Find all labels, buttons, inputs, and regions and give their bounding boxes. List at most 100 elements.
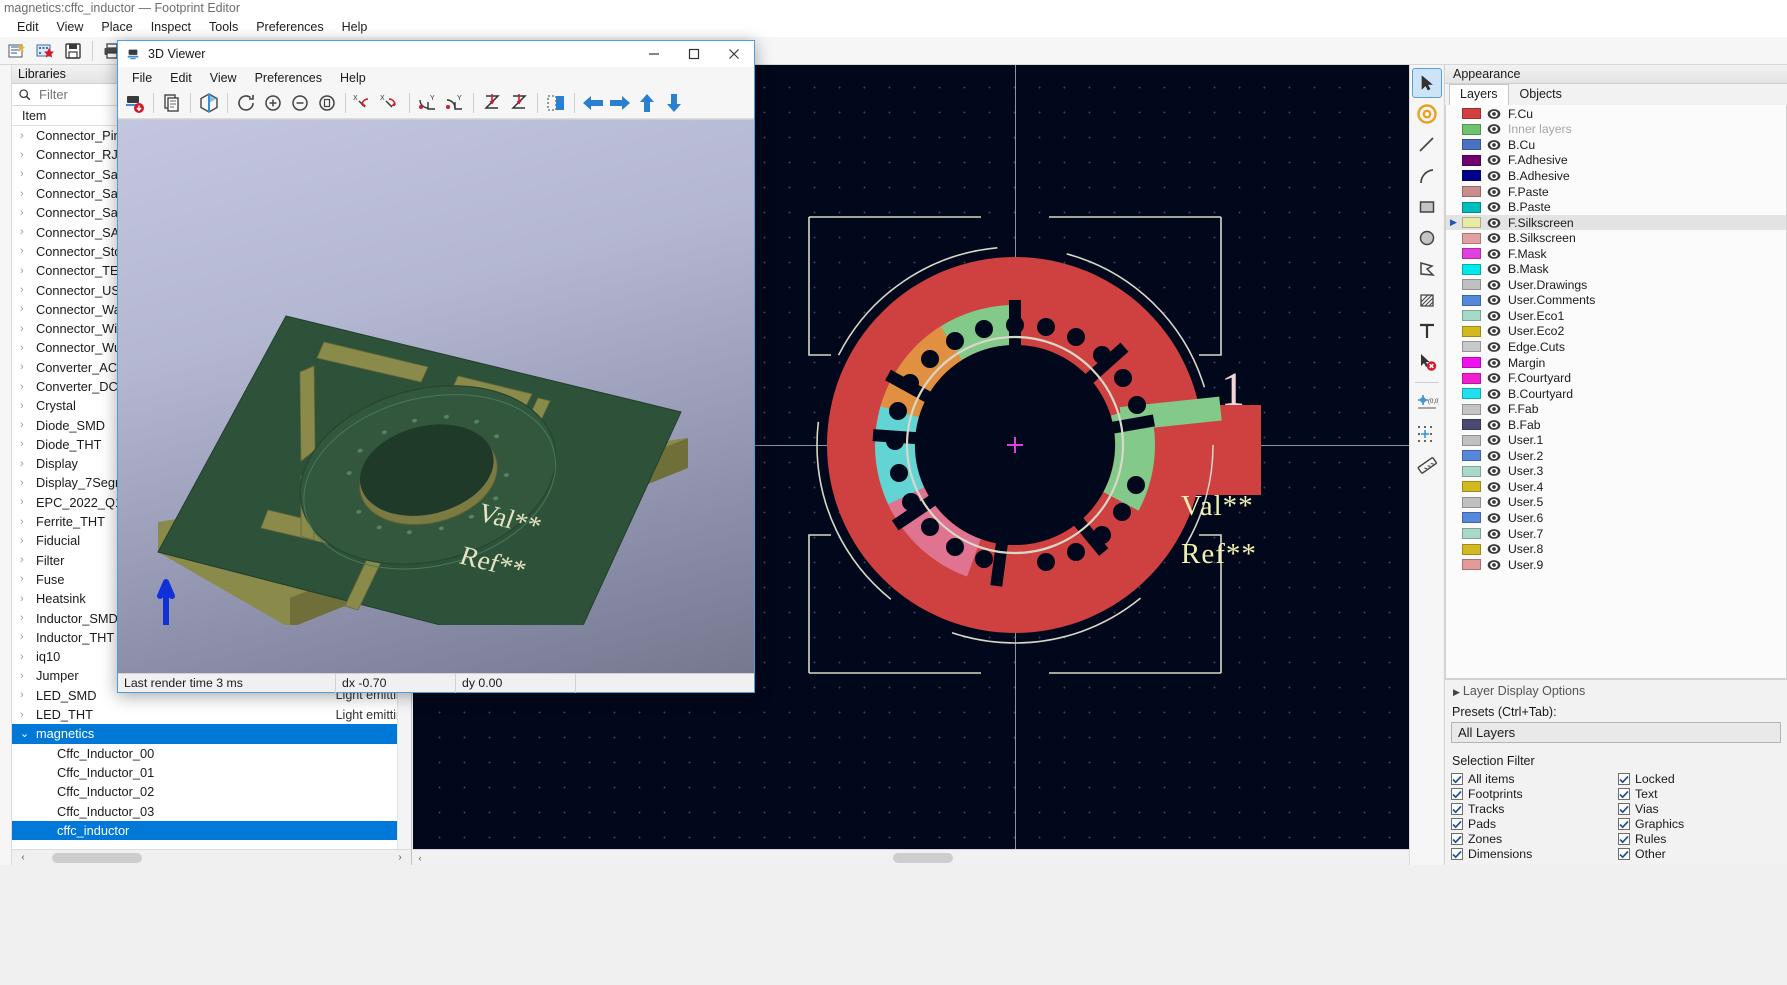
chevron-right-icon[interactable]: › bbox=[20, 438, 36, 450]
layer-row[interactable]: ▶F.Silkscreen bbox=[1446, 215, 1786, 231]
menu-inspect[interactable]: Inspect bbox=[142, 18, 200, 36]
chevron-right-icon[interactable]: › bbox=[20, 130, 36, 142]
chevron-right-icon[interactable]: › bbox=[20, 631, 36, 643]
selection-filter-item[interactable]: Graphics bbox=[1618, 817, 1781, 831]
layer-row[interactable]: User.Eco1 bbox=[1446, 308, 1786, 324]
eye-visibility-icon[interactable] bbox=[1487, 372, 1501, 384]
eye-visibility-icon[interactable] bbox=[1487, 450, 1501, 462]
viewer-menu-edit[interactable]: Edit bbox=[161, 69, 201, 87]
layer-row[interactable]: B.Mask bbox=[1446, 261, 1786, 277]
eye-visibility-icon[interactable] bbox=[1487, 496, 1501, 508]
chevron-right-icon[interactable]: › bbox=[20, 516, 36, 528]
layer-color-swatch[interactable] bbox=[1462, 248, 1481, 259]
chevron-right-icon[interactable]: › bbox=[20, 554, 36, 566]
chevron-right-icon[interactable]: › bbox=[20, 670, 36, 682]
layer-row[interactable]: Edge.Cuts bbox=[1446, 339, 1786, 355]
save-icon[interactable] bbox=[60, 39, 86, 63]
selection-filter-grid[interactable]: All itemsLockedFootprintsTextTracksViasP… bbox=[1451, 772, 1781, 861]
selection-filter-item[interactable]: Pads bbox=[1451, 817, 1614, 831]
checkbox-icon[interactable] bbox=[1618, 788, 1630, 800]
add-footprint-icon[interactable] bbox=[32, 39, 58, 63]
eye-visibility-icon[interactable] bbox=[1487, 201, 1501, 213]
chevron-right-icon[interactable]: › bbox=[20, 207, 36, 219]
delete-tool-button[interactable] bbox=[1413, 348, 1441, 376]
maximize-button[interactable] bbox=[674, 41, 714, 67]
eye-visibility-icon[interactable] bbox=[1487, 154, 1501, 166]
scroll-right-icon[interactable]: › bbox=[393, 852, 407, 863]
layer-row[interactable]: User.8 bbox=[1446, 541, 1786, 557]
copy-to-clipboard-icon[interactable] bbox=[159, 91, 185, 115]
layer-color-swatch[interactable] bbox=[1462, 139, 1481, 150]
eye-visibility-icon[interactable] bbox=[1487, 559, 1501, 571]
eye-visibility-icon[interactable] bbox=[1487, 341, 1501, 353]
selection-filter-item[interactable]: Text bbox=[1618, 787, 1781, 801]
3d-viewer-window[interactable]: 3D Viewer File Edit View Preferences Hel… bbox=[117, 40, 755, 693]
library-tree-row[interactable]: Cffc_Inductor_02 bbox=[12, 782, 411, 801]
eye-visibility-icon[interactable] bbox=[1487, 294, 1501, 306]
layer-row[interactable]: B.Courtyard bbox=[1446, 386, 1786, 402]
layer-color-swatch[interactable] bbox=[1462, 155, 1481, 166]
zoom-out-icon[interactable] bbox=[287, 91, 313, 115]
layer-row[interactable]: User.7 bbox=[1446, 526, 1786, 542]
layer-color-swatch[interactable] bbox=[1462, 326, 1481, 337]
chevron-right-icon[interactable]: › bbox=[20, 284, 36, 296]
chevron-right-icon[interactable]: › bbox=[20, 709, 36, 721]
chevron-right-icon[interactable]: › bbox=[20, 535, 36, 547]
redraw-icon[interactable] bbox=[233, 91, 259, 115]
eye-visibility-icon[interactable] bbox=[1487, 465, 1501, 477]
eye-visibility-icon[interactable] bbox=[1487, 403, 1501, 415]
layer-row[interactable]: B.Paste bbox=[1446, 199, 1786, 215]
chevron-right-icon[interactable]: › bbox=[20, 342, 36, 354]
library-tree-row[interactable]: Cffc_Inductor_03 bbox=[12, 801, 411, 820]
checkbox-icon[interactable] bbox=[1618, 848, 1630, 860]
chevron-right-icon[interactable]: › bbox=[20, 612, 36, 624]
layer-row[interactable]: User.1 bbox=[1446, 432, 1786, 448]
eye-visibility-icon[interactable] bbox=[1487, 357, 1501, 369]
view-left-icon[interactable] bbox=[580, 91, 606, 115]
layer-color-swatch[interactable] bbox=[1462, 341, 1481, 352]
layer-row[interactable]: User.Drawings bbox=[1446, 277, 1786, 293]
scroll-left-icon[interactable]: ‹ bbox=[16, 852, 30, 863]
chevron-right-icon[interactable]: › bbox=[20, 168, 36, 180]
draw-rectangle-button[interactable] bbox=[1413, 193, 1441, 221]
checkbox-icon[interactable] bbox=[1451, 848, 1463, 860]
chevron-right-icon[interactable]: › bbox=[20, 149, 36, 161]
menu-edit[interactable]: Edit bbox=[8, 18, 48, 36]
chevron-right-icon[interactable]: › bbox=[20, 323, 36, 335]
layer-color-swatch[interactable] bbox=[1462, 357, 1481, 368]
eye-visibility-icon[interactable] bbox=[1487, 248, 1501, 260]
layer-row[interactable]: F.Adhesive bbox=[1446, 153, 1786, 169]
eye-visibility-icon[interactable] bbox=[1487, 528, 1501, 540]
library-tree-row[interactable]: ⌄magnetics bbox=[12, 724, 411, 743]
eye-visibility-icon[interactable] bbox=[1487, 388, 1501, 400]
layer-color-swatch[interactable] bbox=[1462, 124, 1481, 135]
layer-color-swatch[interactable] bbox=[1462, 295, 1481, 306]
select-tool-button[interactable] bbox=[1413, 69, 1441, 97]
eye-visibility-icon[interactable] bbox=[1487, 512, 1501, 524]
layer-row[interactable]: Margin bbox=[1446, 355, 1786, 371]
layer-row[interactable]: F.Courtyard bbox=[1446, 370, 1786, 386]
draw-circle-button[interactable] bbox=[1413, 224, 1441, 252]
eye-visibility-icon[interactable] bbox=[1487, 310, 1501, 322]
chevron-right-icon[interactable]: › bbox=[20, 303, 36, 315]
eye-visibility-icon[interactable] bbox=[1487, 263, 1501, 275]
layer-row[interactable]: Inner layers bbox=[1446, 122, 1786, 138]
checkbox-icon[interactable] bbox=[1451, 803, 1463, 815]
eye-visibility-icon[interactable] bbox=[1487, 419, 1501, 431]
new-library-icon[interactable] bbox=[4, 39, 30, 63]
rotate-z-ccw-icon[interactable] bbox=[479, 91, 505, 115]
layer-color-swatch[interactable] bbox=[1462, 559, 1481, 570]
eye-visibility-icon[interactable] bbox=[1487, 186, 1501, 198]
layer-row[interactable]: User.5 bbox=[1446, 495, 1786, 511]
canvas-hscroll-thumb[interactable] bbox=[893, 853, 953, 863]
draw-polygon-button[interactable] bbox=[1413, 255, 1441, 283]
layer-row[interactable]: User.Comments bbox=[1446, 293, 1786, 309]
chevron-right-icon[interactable]: › bbox=[20, 458, 36, 470]
close-button[interactable] bbox=[714, 41, 754, 67]
add-pad-button[interactable] bbox=[1413, 100, 1441, 128]
rotate-x-cw-icon[interactable]: X bbox=[378, 91, 404, 115]
set-origin-button[interactable]: (0,0) bbox=[1413, 389, 1441, 417]
rotate-y-cw-icon[interactable]: Y bbox=[442, 91, 468, 115]
library-tree-row[interactable]: Cffc_Inductor_00 bbox=[12, 744, 411, 763]
selection-filter-item[interactable]: Footprints bbox=[1451, 787, 1614, 801]
